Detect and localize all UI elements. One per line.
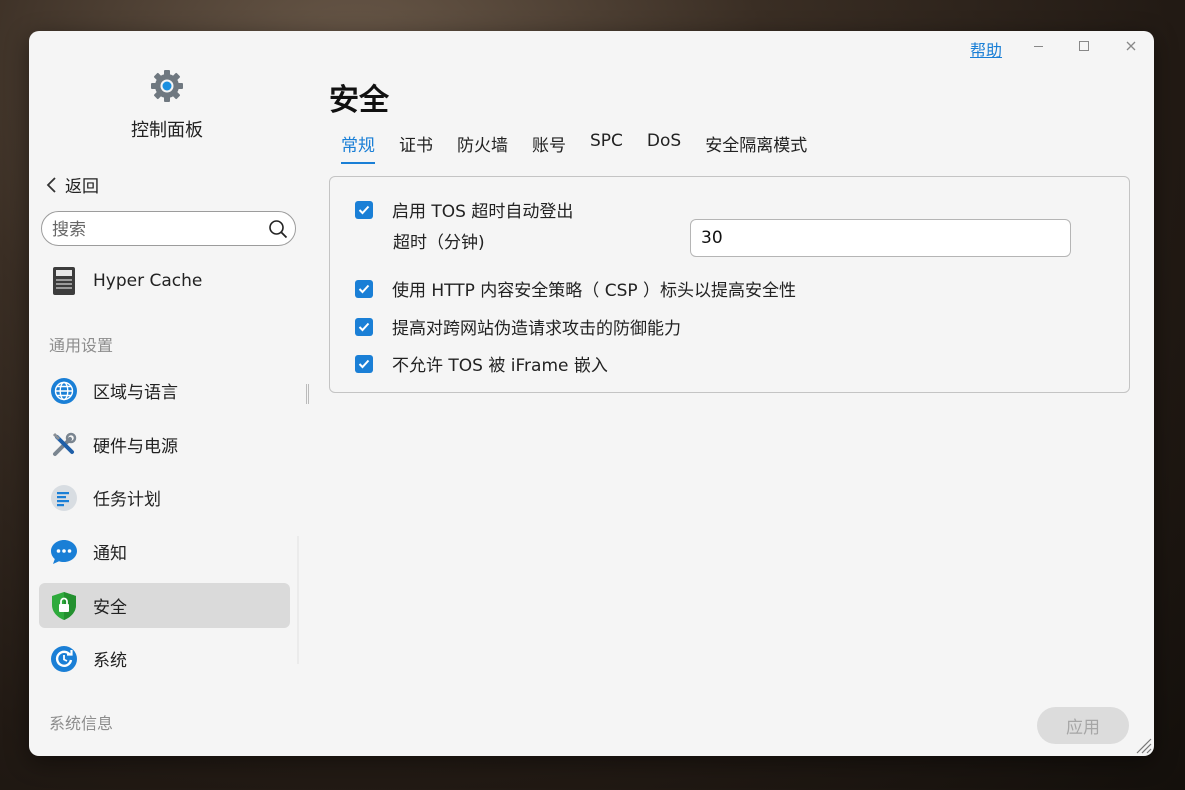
tab-certificate[interactable]: 证书: [399, 131, 433, 164]
minimize-icon: [1033, 45, 1043, 47]
sidebar-item-task-schedule[interactable]: 任务计划: [39, 475, 290, 520]
gear-icon: [151, 70, 183, 102]
close-icon: [1126, 41, 1136, 51]
tab-spc[interactable]: SPC: [590, 131, 623, 164]
ssd-icon: [49, 266, 79, 296]
general-settings-panel: 启用 TOS 超时自动登出 超时（分钟) 使用 HTTP 内容安全策略（ CSP…: [329, 176, 1130, 393]
csrf-option[interactable]: 提高对跨网站伪造请求攻击的防御能力: [355, 314, 681, 339]
checkmark-icon: [358, 322, 370, 331]
maximize-button[interactable]: [1072, 35, 1096, 57]
auto-logout-checkbox[interactable]: [355, 200, 373, 219]
sidebar-scrollbar[interactable]: [297, 536, 299, 664]
checkmark-icon: [358, 284, 370, 293]
sidebar-item-label: 系统: [93, 651, 127, 671]
back-label: 返回: [65, 177, 99, 197]
maximize-icon: [1079, 41, 1089, 51]
apply-button[interactable]: 应用: [1037, 707, 1129, 744]
globe-icon: [49, 376, 79, 406]
close-button[interactable]: [1119, 35, 1143, 57]
section-label-general: 通用设置: [49, 336, 114, 355]
tab-account[interactable]: 账号: [532, 131, 566, 164]
sidebar-item-hyper-cache[interactable]: Hyper Cache: [39, 258, 290, 303]
sidebar-resize-handle[interactable]: [306, 384, 309, 404]
chevron-left-icon: [46, 176, 56, 193]
tab-dos[interactable]: DoS: [647, 131, 681, 164]
help-link[interactable]: 帮助: [970, 37, 1002, 61]
back-button[interactable]: 返回: [45, 172, 99, 197]
app-title: 控制面板: [131, 120, 203, 141]
csp-checkbox[interactable]: [355, 279, 373, 298]
system-refresh-icon: [49, 644, 79, 674]
sidebar-item-region-language[interactable]: 区域与语言: [39, 368, 290, 413]
tab-general[interactable]: 常规: [341, 131, 375, 164]
search-icon[interactable]: [268, 219, 288, 239]
iframe-label: 不允许 TOS 被 iFrame 嵌入: [392, 356, 608, 376]
task-list-icon: [49, 483, 79, 513]
search-box: [41, 211, 296, 247]
timeout-input[interactable]: [690, 219, 1071, 257]
sidebar-item-label: 硬件与电源: [93, 437, 178, 457]
sidebar-item-label: 区域与语言: [93, 383, 178, 403]
checkmark-icon: [358, 359, 370, 368]
search-input[interactable]: [42, 212, 254, 247]
resize-grip-icon[interactable]: [1132, 734, 1152, 754]
minimize-button[interactable]: [1026, 35, 1050, 57]
tab-bar: 常规 证书 防火墙 账号 SPC DoS 安全隔离模式: [341, 131, 831, 164]
sidebar-item-label: 安全: [93, 598, 127, 618]
iframe-checkbox[interactable]: [355, 354, 373, 373]
tab-isolation-mode[interactable]: 安全隔离模式: [705, 131, 807, 164]
tools-icon: [49, 430, 79, 460]
iframe-option[interactable]: 不允许 TOS 被 iFrame 嵌入: [355, 351, 608, 376]
csrf-checkbox[interactable]: [355, 317, 373, 336]
sidebar-item-label: 任务计划: [93, 490, 161, 510]
shield-lock-icon: [49, 591, 79, 621]
sidebar-item-notifications[interactable]: 通知: [39, 529, 290, 574]
sidebar-item-security[interactable]: 安全: [39, 583, 290, 628]
section-label-system-info: 系统信息: [49, 714, 114, 733]
control-panel-window: 帮助 控制面板 返回 搜索 Hyper Cache 通用设置 区域与语言 硬件与…: [29, 31, 1154, 756]
sidebar-item-hardware-power[interactable]: 硬件与电源: [39, 422, 290, 467]
sidebar-item-label: 通知: [93, 544, 127, 564]
csrf-label: 提高对跨网站伪造请求攻击的防御能力: [392, 319, 681, 339]
csp-option[interactable]: 使用 HTTP 内容安全策略（ CSP ）标头以提高安全性: [355, 276, 796, 301]
auto-logout-option[interactable]: 启用 TOS 超时自动登出: [355, 197, 573, 222]
timeout-label: 超时（分钟): [393, 233, 485, 253]
csp-label: 使用 HTTP 内容安全策略（ CSP ）标头以提高安全性: [392, 281, 797, 301]
chat-bubble-icon: [49, 537, 79, 567]
tab-firewall[interactable]: 防火墙: [457, 131, 508, 164]
sidebar-item-label: Hyper Cache: [93, 270, 203, 291]
checkmark-icon: [358, 205, 370, 214]
page-title: 安全: [329, 83, 389, 118]
sidebar: 控制面板 返回 Hyper Cache 通用设置: [29, 31, 309, 756]
auto-logout-label: 启用 TOS 超时自动登出: [392, 202, 574, 222]
sidebar-item-system[interactable]: 系统: [39, 636, 290, 681]
